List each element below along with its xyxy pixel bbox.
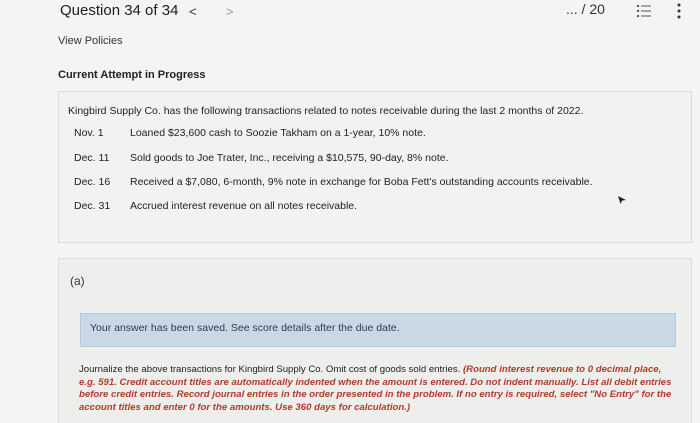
transaction-date: Nov. 1	[74, 127, 104, 139]
transaction-date: Dec. 16	[74, 176, 111, 188]
attempt-heading: Current Attempt in Progress	[58, 69, 206, 81]
part-label: (a)	[70, 274, 85, 288]
instructions-text: Journalize the above transactions for Ki…	[79, 364, 461, 375]
transaction-date: Dec. 31	[74, 200, 111, 212]
instructions: Journalize the above transactions for Ki…	[79, 364, 679, 414]
chevron-left-icon[interactable]: <	[189, 4, 197, 19]
transaction-date: Dec. 11	[74, 152, 110, 164]
transaction-description: Accrued interest revenue on all notes re…	[130, 200, 358, 212]
saved-message: Your answer has been saved. See score de…	[90, 322, 400, 334]
transaction-description: Sold goods to Joe Trater, Inc., receivin…	[130, 152, 449, 164]
transaction-description: Loaned $23,600 cash to Soozie Takham on …	[130, 127, 426, 139]
chevron-right-icon[interactable]: >	[226, 4, 234, 19]
score-display: ... / 20	[566, 1, 605, 17]
question-counter: Question 34 of 34	[60, 2, 179, 19]
mouse-pointer-icon	[618, 196, 626, 204]
view-policies-link[interactable]: View Policies	[58, 35, 123, 47]
list-icon[interactable]	[637, 4, 651, 18]
transaction-description: Received a $7,080, 6-month, 9% note in e…	[130, 176, 593, 188]
more-vertical-icon[interactable]	[677, 3, 681, 19]
problem-intro: Kingbird Supply Co. has the following tr…	[68, 105, 584, 117]
